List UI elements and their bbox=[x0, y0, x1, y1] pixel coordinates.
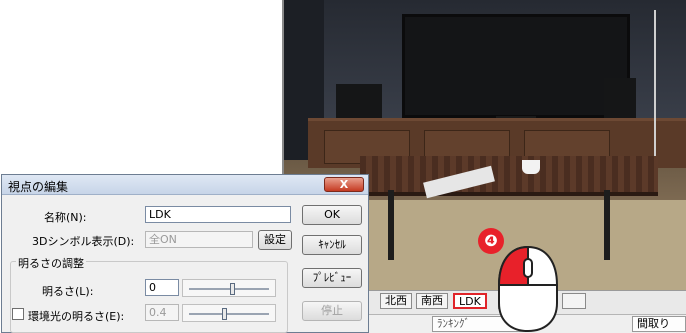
symbol-field: 全ON bbox=[145, 231, 253, 248]
plant-branch bbox=[654, 10, 684, 160]
cup-object bbox=[522, 160, 540, 174]
status-text: ﾗﾝｷﾝｸﾞ bbox=[437, 317, 470, 330]
brightness-input[interactable]: 0 bbox=[145, 279, 179, 296]
tab-northwest[interactable]: 北西 bbox=[380, 293, 412, 309]
tab-label: 南西 bbox=[421, 294, 443, 307]
cancel-button-label: ｷｬﾝｾﾙ bbox=[318, 238, 346, 251]
name-input[interactable]: LDK bbox=[145, 206, 291, 223]
dialog-titlebar[interactable]: 視点の編集 X bbox=[2, 175, 368, 195]
table-leg bbox=[604, 190, 610, 260]
ambient-checkbox[interactable] bbox=[12, 308, 24, 320]
tab-partial-2[interactable] bbox=[562, 293, 586, 309]
preview-button-label: ﾌﾟﾚﾋﾞｭｰ bbox=[312, 271, 352, 284]
brightness-group-title: 明るさの調整 bbox=[16, 255, 86, 271]
brightness-label: 明るさ(L): bbox=[42, 285, 94, 298]
slider-track bbox=[189, 313, 269, 315]
symbol-field-value: 全ON bbox=[149, 233, 177, 246]
tab-label: LDK bbox=[459, 295, 481, 308]
ambient-slider bbox=[182, 304, 276, 322]
status-field-right: 間取り bbox=[632, 316, 686, 332]
name-input-value: LDK bbox=[149, 208, 171, 221]
stop-button-label: 停止 bbox=[321, 304, 343, 317]
brightness-input-value: 0 bbox=[149, 281, 156, 294]
stop-button: 停止 bbox=[302, 301, 362, 321]
brightness-slider[interactable] bbox=[182, 279, 276, 297]
tab-southwest[interactable]: 南西 bbox=[416, 293, 448, 309]
slider-thumb[interactable] bbox=[230, 283, 235, 295]
cancel-button[interactable]: ｷｬﾝｾﾙ bbox=[302, 235, 362, 255]
ambient-input: 0.4 bbox=[145, 304, 179, 321]
table-leg bbox=[388, 190, 394, 260]
tab-ldk[interactable]: LDK bbox=[453, 293, 487, 309]
viewpoint-edit-dialog: 視点の編集 X 名称(N): LDK 3Dシンボル表示(D): 全ON 設定 明… bbox=[1, 174, 369, 333]
status-text: 間取り bbox=[637, 317, 670, 330]
ok-button-label: OK bbox=[324, 208, 340, 221]
slider-track bbox=[189, 288, 269, 290]
preview-button[interactable]: ﾌﾟﾚﾋﾞｭｰ bbox=[302, 268, 362, 288]
ambient-input-value: 0.4 bbox=[149, 306, 167, 319]
coffee-table bbox=[360, 156, 658, 196]
slider-thumb bbox=[222, 308, 227, 320]
ambient-label: 環境光の明るさ(E): bbox=[28, 310, 125, 323]
close-button[interactable]: X bbox=[324, 177, 364, 192]
dialog-title: 視点の編集 bbox=[8, 180, 69, 194]
close-icon: X bbox=[339, 178, 349, 191]
tv-object bbox=[402, 14, 630, 118]
ok-button[interactable]: OK bbox=[302, 205, 362, 225]
name-label: 名称(N): bbox=[44, 211, 87, 224]
settings-button-label: 設定 bbox=[264, 233, 286, 246]
mouse-icon bbox=[497, 245, 558, 333]
settings-button[interactable]: 設定 bbox=[258, 230, 292, 250]
tab-label: 北西 bbox=[385, 294, 407, 307]
step-number: ❹ bbox=[484, 231, 498, 250]
symbol-label: 3Dシンボル表示(D): bbox=[32, 235, 135, 248]
